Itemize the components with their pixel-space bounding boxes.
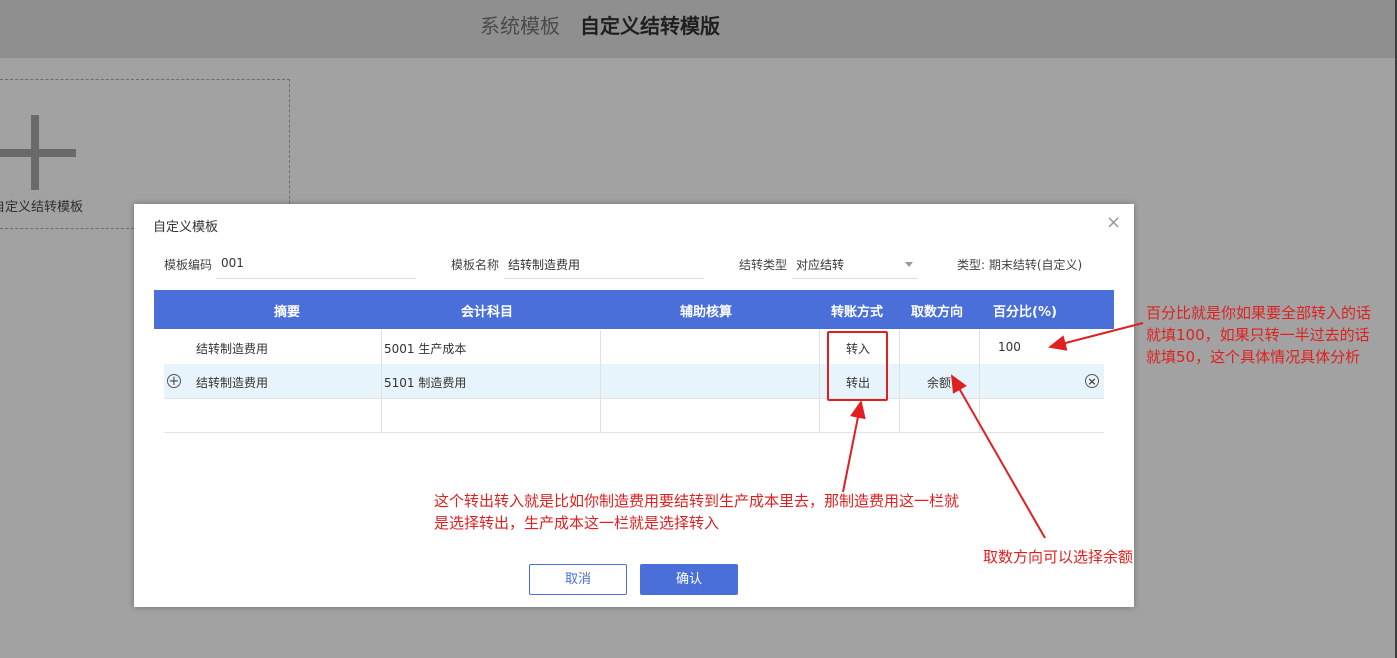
- percent-note-line: 就填50，这个具体情况具体分析: [1146, 348, 1361, 366]
- arrow-to-method: [842, 400, 866, 493]
- arrow-to-percent: [1048, 322, 1144, 351]
- percent-note-line: 就填100，如果只转一半过去的话: [1146, 326, 1370, 344]
- direction-annotation: 取数方向可以选择余额: [983, 548, 1134, 566]
- method-annotation: 这个转出转入就是比如你制造费用要结转到生产成本里去，那制造费用这一栏就 是选择转…: [434, 490, 959, 534]
- arrow-to-direction: [951, 374, 1046, 539]
- method-note-line: 是选择转出，生产成本这一栏就是选择转入: [434, 514, 720, 532]
- method-note-line: 这个转出转入就是比如你制造费用要结转到生产成本里去，那制造费用这一栏就: [434, 492, 960, 510]
- percent-annotation: 百分比就是你如果要全部转入的话 就填100，如果只转一半过去的话 就填50，这个…: [1146, 302, 1371, 368]
- percent-note-line: 百分比就是你如果要全部转入的话: [1146, 304, 1372, 322]
